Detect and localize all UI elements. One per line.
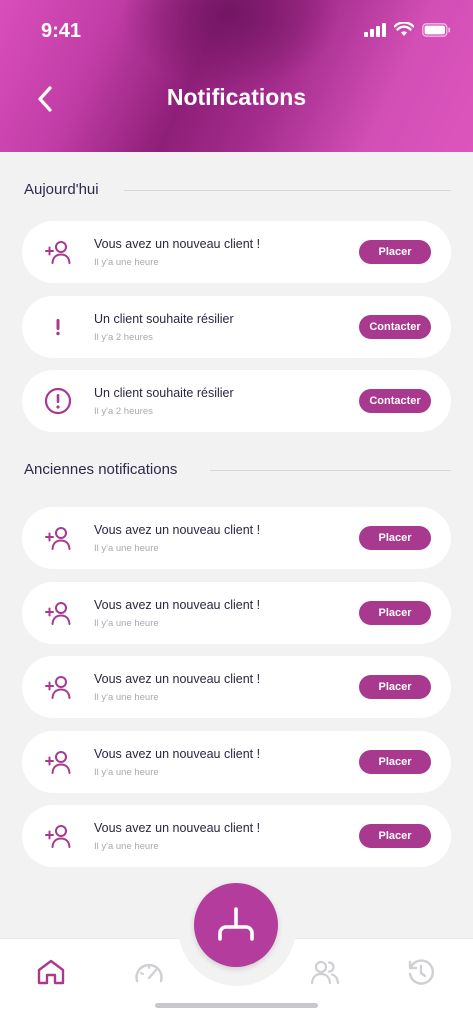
header-glow <box>120 0 340 90</box>
notification-time: Il y'a une heure <box>94 692 159 703</box>
connector-action-button[interactable] <box>194 883 278 967</box>
notification-title: Vous avez un nouveau client ! <box>94 237 261 251</box>
notification-time: Il y'a une heure <box>94 618 159 629</box>
users-icon <box>310 960 340 985</box>
notification-card[interactable]: Vous avez un nouveau client ! Il y'a une… <box>22 656 451 718</box>
contact-button[interactable]: Contacter <box>359 389 431 413</box>
notification-card[interactable]: Un client souhaite résilier Il y'a 2 heu… <box>22 296 451 358</box>
notification-time: Il y'a 2 heures <box>94 406 153 417</box>
notification-time: Il y'a 2 heures <box>94 332 153 343</box>
notification-card[interactable]: Vous avez un nouveau client ! Il y'a une… <box>22 507 451 569</box>
section-title-today: Aujourd'hui <box>24 181 99 198</box>
notification-time: Il y'a une heure <box>94 543 159 554</box>
place-button[interactable]: Placer <box>359 526 431 550</box>
add-user-icon <box>44 748 72 776</box>
wifi-icon <box>394 22 414 36</box>
notification-card[interactable]: Vous avez un nouveau client ! Il y'a une… <box>22 731 451 793</box>
notification-card[interactable]: Vous avez un nouveau client ! Il y'a une… <box>22 805 451 867</box>
alert-circle-icon <box>44 387 72 415</box>
place-button[interactable]: Placer <box>359 750 431 774</box>
notification-card[interactable]: Vous avez un nouveau client ! Il y'a une… <box>22 582 451 644</box>
status-icons <box>364 22 451 37</box>
notification-title: Vous avez un nouveau client ! <box>94 598 261 612</box>
status-time: 9:41 <box>41 20 82 42</box>
connector-icon <box>218 907 254 941</box>
notification-title: Vous avez un nouveau client ! <box>94 523 261 537</box>
notification-time: Il y'a une heure <box>94 841 159 852</box>
section-divider <box>210 470 451 471</box>
place-button[interactable]: Placer <box>359 601 431 625</box>
notification-card[interactable]: Un client souhaite résilier Il y'a 2 heu… <box>22 370 451 432</box>
home-icon <box>37 959 65 985</box>
notification-title: Vous avez un nouveau client ! <box>94 747 261 761</box>
notification-time: Il y'a une heure <box>94 257 159 268</box>
section-title-older: Anciennes notifications <box>24 461 178 478</box>
battery-icon <box>422 22 451 37</box>
notification-title: Vous avez un nouveau client ! <box>94 672 261 686</box>
place-button[interactable]: Placer <box>359 824 431 848</box>
tab-home[interactable] <box>34 955 68 989</box>
add-user-icon <box>44 599 72 627</box>
speedometer-icon <box>135 963 163 983</box>
section-divider <box>124 190 451 191</box>
tab-clients[interactable] <box>308 955 342 989</box>
add-user-icon <box>44 673 72 701</box>
place-button[interactable]: Placer <box>359 675 431 699</box>
notification-title: Un client souhaite résilier <box>94 312 234 326</box>
add-user-icon <box>44 822 72 850</box>
notification-card[interactable]: Vous avez un nouveau client ! Il y'a une… <box>22 221 451 283</box>
add-user-icon <box>44 238 72 266</box>
add-user-icon <box>44 524 72 552</box>
notification-title: Vous avez un nouveau client ! <box>94 821 261 835</box>
place-button[interactable]: Placer <box>359 240 431 264</box>
notification-title: Un client souhaite résilier <box>94 386 234 400</box>
signal-icon <box>364 22 386 37</box>
exclamation-icon <box>44 313 72 341</box>
tab-dashboard[interactable] <box>132 955 166 989</box>
notification-time: Il y'a une heure <box>94 767 159 778</box>
page-title: Notifications <box>166 84 307 110</box>
contact-button[interactable]: Contacter <box>359 315 431 339</box>
tab-history[interactable] <box>404 955 438 989</box>
header: 9:41 Notifications <box>0 0 473 152</box>
history-icon <box>408 959 434 985</box>
home-indicator <box>155 1003 318 1008</box>
